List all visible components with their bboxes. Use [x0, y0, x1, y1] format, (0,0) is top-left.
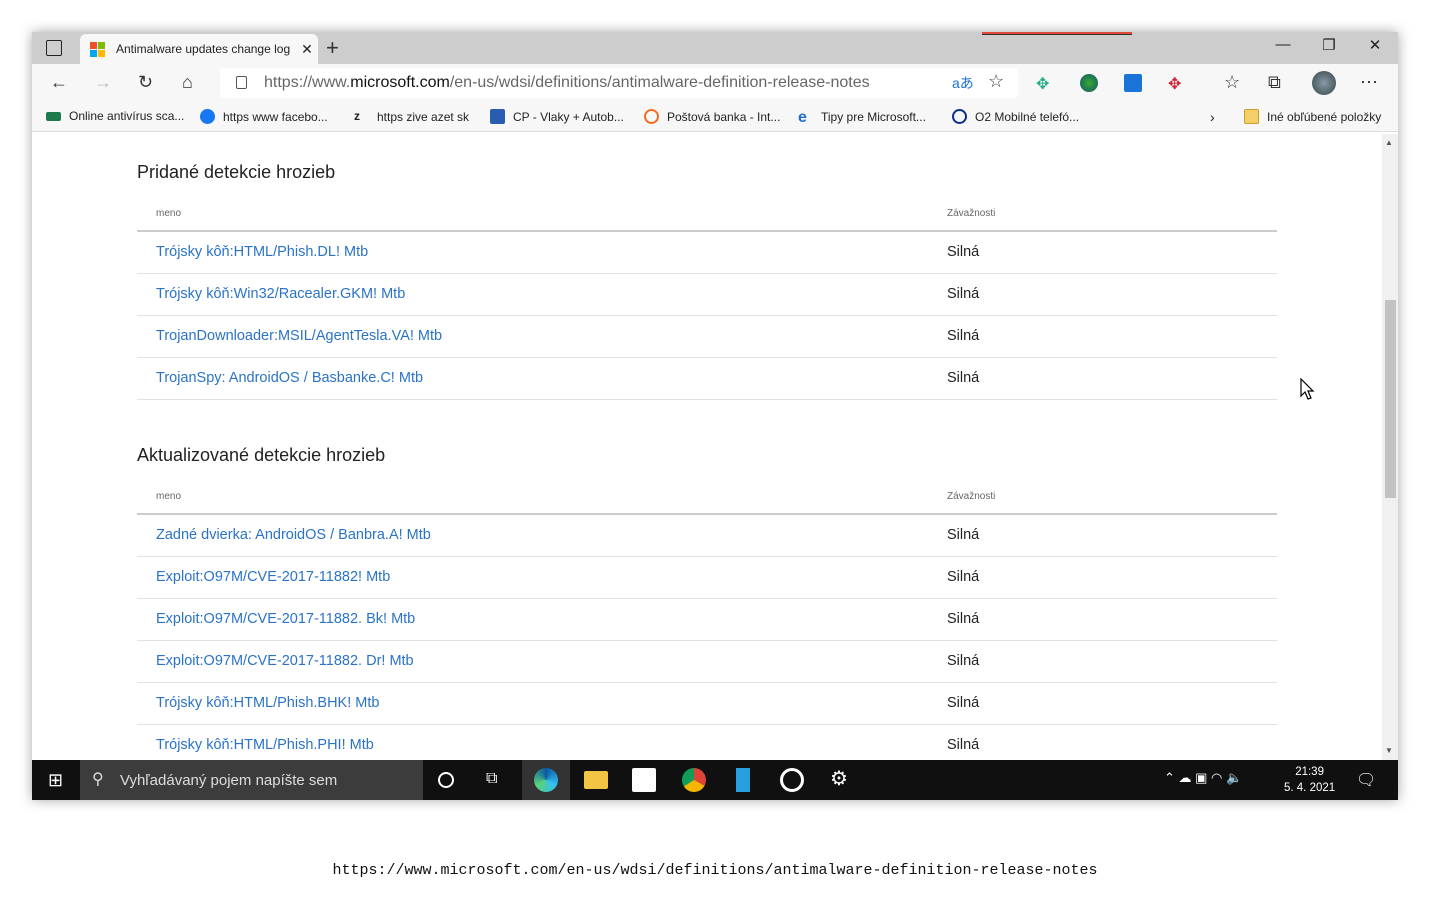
- severity: Silná: [947, 569, 980, 585]
- severity: Silná: [947, 527, 980, 543]
- table-row: Zadné dvierka: AndroidOS / Banbra.A! Mtb…: [137, 515, 1277, 557]
- tray-icons[interactable]: ⌃ ☁ ▣ ◠ 🔈: [1164, 770, 1242, 786]
- table-header: meno Závažnosti: [137, 200, 1277, 232]
- table-row: TrojanDownloader:MSIL/AgentTesla.VA! Mtb…: [137, 316, 1277, 358]
- search-icon: ⚲: [92, 771, 104, 788]
- home-button[interactable]: ⌂: [182, 72, 193, 93]
- tab-title: Antimalware updates change log: [116, 42, 291, 56]
- added-detections-table: meno Závažnosti Trójsky kôň:HTML/Phish.DL…: [137, 200, 1277, 400]
- edge-taskbar-icon[interactable]: [534, 768, 558, 792]
- extension-icon-2[interactable]: ✥: [1168, 74, 1186, 93]
- restore-button[interactable]: ❐: [1306, 36, 1352, 54]
- translate-icon[interactable]: aあ: [952, 73, 974, 93]
- section-title-added: Pridané detekcie hrozieb: [137, 162, 336, 182]
- notifications-icon[interactable]: 🗨: [1356, 770, 1376, 790]
- bookmark-item[interactable]: CP - Vlaky + Autob...: [490, 109, 624, 124]
- severity: Silná: [947, 611, 980, 627]
- table-row: Exploit:O97M/CVE-2017-11882. Bk! Mtb Siln…: [137, 599, 1277, 641]
- decorative-bar: [982, 32, 1132, 35]
- scrollbar-thumb[interactable]: [1385, 300, 1396, 498]
- collections-icon[interactable]: ⧉: [1268, 72, 1281, 93]
- bookmark-item[interactable]: e Tipy pre Microsoft...: [798, 109, 926, 126]
- severity: Silná: [947, 286, 980, 302]
- threat-name-link[interactable]: TrojanDownloader:MSIL/AgentTesla.VA! Mtb: [156, 328, 442, 344]
- url-path: /en-us/wdsi/definitions/antimalware-defi…: [449, 74, 870, 91]
- threat-name-link[interactable]: Trójsky kôň:Win32/Racealer.GKM! Mtb: [156, 286, 405, 302]
- address-bar[interactable]: https://www. microsoft.com/en-us/wdsi/def…: [220, 68, 1018, 98]
- forward-button[interactable]: →: [94, 72, 112, 93]
- table-row: Trójsky kôň:HTML/Phish.BHK! Mtb Silná: [137, 683, 1277, 725]
- tab-actions-icon[interactable]: [46, 40, 62, 56]
- favorites-icon[interactable]: ☆: [1224, 72, 1240, 93]
- url-prefix: https://www.: [264, 74, 351, 91]
- table-header: meno Závažnosti: [137, 483, 1277, 515]
- chrome-icon[interactable]: [682, 768, 706, 792]
- download-extension-icon[interactable]: [1080, 74, 1098, 92]
- search-placeholder: Vyhľadávaný pojem napíšte sem: [120, 771, 338, 789]
- chevron-right-icon[interactable]: ›: [1210, 109, 1215, 125]
- threat-name-link[interactable]: Trójsky kôň:HTML/Phish.BHK! Mtb: [156, 695, 379, 711]
- scrollbar[interactable]: ▲ ▼: [1382, 134, 1398, 760]
- url-caption: https://www.microsoft.com/en-us/wdsi/def…: [332, 862, 1098, 879]
- minimize-button[interactable]: —: [1260, 36, 1306, 53]
- close-tab-icon[interactable]: ✕: [296, 41, 318, 58]
- severity: Silná: [947, 695, 980, 711]
- new-tab-button[interactable]: +: [326, 35, 339, 61]
- profile-avatar[interactable]: [1312, 71, 1336, 95]
- extension-icon[interactable]: ✥: [1036, 74, 1054, 93]
- app-icon[interactable]: [736, 768, 750, 792]
- bookmark-item[interactable]: z https zive azet sk: [354, 109, 469, 124]
- mouse-cursor-icon: [1300, 378, 1315, 400]
- threat-name-link[interactable]: Exploit:O97M/CVE-2017-11882. Bk! Mtb: [156, 611, 415, 627]
- other-favorites-folder[interactable]: Iné obľúbené položky: [1244, 109, 1381, 124]
- microsoft-logo-icon: [90, 41, 105, 57]
- bookmark-item[interactable]: https www facebo...: [200, 109, 328, 124]
- page-content: Pridané detekcie hrozieb meno Závažnosti …: [32, 134, 1382, 767]
- lock-icon: [236, 76, 247, 89]
- taskbar-search[interactable]: ⚲ Vyhľadávaný pojem napíšte sem: [80, 760, 423, 800]
- severity: Silná: [947, 328, 980, 344]
- task-view-icon[interactable]: ⧉: [486, 770, 510, 794]
- tab-bar: Antimalware updates change log ✕ + — ❐ ✕: [32, 32, 1398, 64]
- threat-name-link[interactable]: Zadné dvierka: AndroidOS / Banbra.A! Mtb: [156, 527, 431, 543]
- more-menu-icon[interactable]: ⋯: [1360, 72, 1378, 93]
- refresh-button[interactable]: ↻: [138, 72, 153, 93]
- table-row: Exploit:O97M/CVE-2017-11882. Dr! Mtb Siln…: [137, 641, 1277, 683]
- toolbar: ← → ↻ ⌂ https://www. microsoft.com/en-us/…: [32, 64, 1398, 102]
- threat-name-link[interactable]: TrojanSpy: AndroidOS / Basbanke.C! Mtb: [156, 370, 423, 386]
- app-icon-2[interactable]: [780, 768, 804, 792]
- threat-name-link[interactable]: Trójsky kôň:HTML/Phish.PHI! Mtb: [156, 737, 374, 753]
- severity: Silná: [947, 737, 980, 753]
- tab-active[interactable]: Antimalware updates change log ✕: [80, 34, 318, 64]
- store-icon[interactable]: [632, 768, 656, 792]
- browser-window: Antimalware updates change log ✕ + — ❐ ✕…: [32, 32, 1398, 800]
- threat-name-link[interactable]: Exploit:O97M/CVE-2017-11882. Dr! Mtb: [156, 653, 414, 669]
- severity: Silná: [947, 653, 980, 669]
- table-row: TrojanSpy: AndroidOS / Basbanke.C! Mtb Si…: [137, 358, 1277, 400]
- section-title-updated: Aktualizované detekcie hrozieb: [137, 445, 386, 465]
- add-favorite-icon[interactable]: ☆: [988, 71, 1004, 92]
- bookmark-item[interactable]: Online antivírus sca...: [46, 109, 184, 123]
- taskbar: ⊞ ⚲ Vyhľadávaný pojem napíšte sem ⧉ ⚙ ⌃ …: [32, 760, 1398, 800]
- favorites-bar: Online antivírus sca... https www facebo…: [32, 102, 1398, 132]
- updated-detections-table: meno Závažnosti Zadné dvierka: AndroidOS …: [137, 483, 1277, 767]
- start-button[interactable]: ⊞: [48, 770, 63, 791]
- file-explorer-icon[interactable]: [584, 771, 608, 789]
- table-row: Exploit:O97M/CVE-2017-11882! Mtb Silná: [137, 557, 1277, 599]
- threat-name-link[interactable]: Trójsky kôň:HTML/Phish.DL! Mtb: [156, 244, 368, 260]
- severity: Silná: [947, 244, 980, 260]
- cortana-icon[interactable]: [438, 772, 454, 788]
- translator-extension-icon[interactable]: [1124, 74, 1142, 92]
- settings-icon[interactable]: ⚙: [830, 766, 854, 790]
- threat-name-link[interactable]: Exploit:O97M/CVE-2017-11882! Mtb: [156, 569, 390, 585]
- url-domain: microsoft.com: [350, 74, 450, 91]
- bookmark-item[interactable]: Poštová banka - Int...: [644, 109, 780, 124]
- back-button[interactable]: ←: [50, 72, 68, 93]
- bookmark-item[interactable]: O2 Mobilné telefó...: [952, 109, 1079, 124]
- close-window-button[interactable]: ✕: [1352, 36, 1398, 54]
- table-row: Trójsky kôň:Win32/Racealer.GKM! Mtb Silná: [137, 274, 1277, 316]
- severity: Silná: [947, 370, 980, 386]
- table-row: Trójsky kôň:HTML/Phish.DL! Mtb Silná: [137, 232, 1277, 274]
- clock[interactable]: 21:39 5. 4. 2021: [1284, 764, 1335, 796]
